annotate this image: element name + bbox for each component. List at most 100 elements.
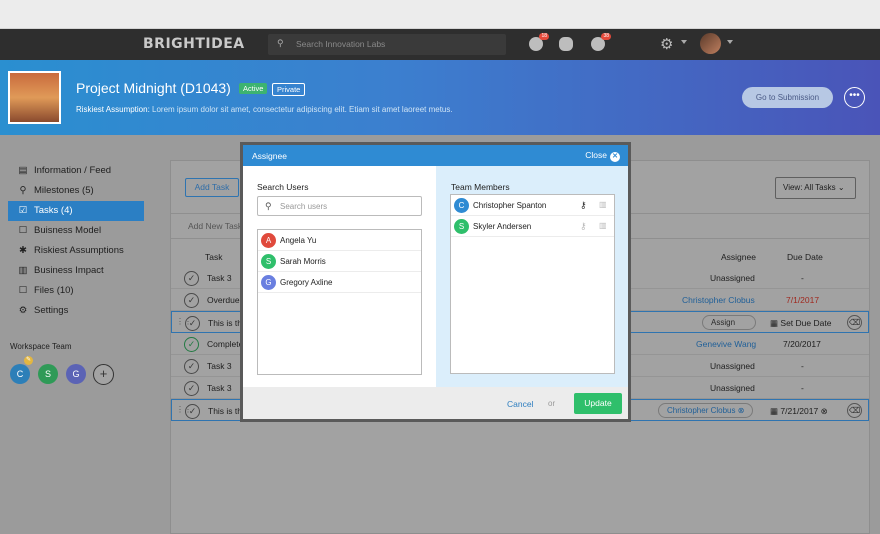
sidebar: ▤ Information / Feed ⚲ Milestones (5) ☑ Tas… xyxy=(0,135,160,534)
sidebar-item-milestones[interactable]: ⚲ Milestones (5) xyxy=(8,181,144,201)
assumption-label: Riskiest Assumption: xyxy=(76,105,150,114)
chevron-down-icon[interactable] xyxy=(681,40,687,44)
sidebar-item-tasks[interactable]: ☑ Tasks (4) xyxy=(8,201,144,221)
modal-footer: Cancel or Update xyxy=(243,387,628,419)
trash-icon[interactable]: ⌫ xyxy=(847,315,862,330)
notifications-icon[interactable]: 38 xyxy=(591,33,611,51)
task-due-date: - xyxy=(801,273,804,283)
sidebar-item-label: Tasks (4) xyxy=(34,205,73,216)
file-icon: ☐ xyxy=(18,285,28,296)
search-icon: ⚲ xyxy=(277,38,284,48)
task-name: Task 3 xyxy=(207,273,232,283)
check-icon[interactable]: ✓ xyxy=(185,316,200,331)
sidebar-item-business-model[interactable]: ☐ Buisness Model xyxy=(8,221,144,241)
task-due-date: - xyxy=(801,361,804,371)
sidebar-item-label: Milestones (5) xyxy=(34,185,94,196)
member-list: C Christopher Spanton ⚷ ▥ S Skyler Ander… xyxy=(450,194,615,374)
avatar[interactable]: G xyxy=(66,364,86,384)
close-icon[interactable]: ⊗ xyxy=(738,406,745,415)
check-icon[interactable]: ✓ xyxy=(184,359,199,374)
gear-icon[interactable]: ⚙ xyxy=(660,35,673,53)
assign-button[interactable]: Assign xyxy=(702,315,756,330)
task-due-date: 7/20/2017 xyxy=(783,339,821,349)
set-due-date-button[interactable]: ▦ Set Due Date xyxy=(770,318,831,329)
team-members-label: Team Members xyxy=(451,182,510,192)
close-button[interactable]: Close ✕ xyxy=(585,150,620,162)
sidebar-item-label: Information / Feed xyxy=(34,165,112,176)
search-users-input[interactable]: ⚲ Search users xyxy=(257,196,422,216)
add-new-task-input[interactable]: Add New Task xyxy=(188,221,242,231)
brand-logo[interactable]: BRIGHTIDEA xyxy=(143,36,245,52)
check-icon[interactable]: ✓ xyxy=(185,404,200,419)
sidebar-item-information[interactable]: ▤ Information / Feed xyxy=(8,161,144,181)
chat-icon[interactable] xyxy=(559,37,573,51)
sidebar-item-files[interactable]: ☐ Files (10) xyxy=(8,281,144,301)
update-button[interactable]: Update xyxy=(574,393,622,414)
cancel-button[interactable]: Cancel xyxy=(507,399,533,409)
search-users-label: Search Users xyxy=(257,182,309,192)
sidebar-item-business-impact[interactable]: ▥ Business Impact xyxy=(8,261,144,281)
search-icon: ⚲ xyxy=(265,201,272,211)
user-list: A Angela Yu S Sarah Morris G Gregory Axl… xyxy=(257,229,422,375)
calendar-icon: ▦ xyxy=(770,406,779,416)
global-search[interactable]: ⚲ Search Innovation Labs xyxy=(268,34,506,55)
key-icon[interactable]: ⚷ xyxy=(580,200,587,211)
check-icon[interactable]: ✓ xyxy=(184,337,199,352)
close-icon[interactable]: ⊗ xyxy=(821,406,828,416)
go-to-submission-button[interactable]: Go to Submission xyxy=(742,87,833,108)
task-assignee[interactable]: Genevive Wang xyxy=(696,339,756,349)
square-icon: ☐ xyxy=(18,225,28,236)
assignee-chip-label: Christopher Clobus xyxy=(667,406,736,415)
activity-icon[interactable]: 18 xyxy=(529,33,549,51)
task-assignee: Unassigned xyxy=(710,361,755,371)
key-icon[interactable]: ⚷ xyxy=(580,221,587,232)
avatar: S xyxy=(454,219,469,234)
more-options-button[interactable]: ••• xyxy=(844,87,865,108)
avatar: C xyxy=(454,198,469,213)
avatar: G xyxy=(261,275,276,290)
browser-chrome xyxy=(0,0,880,29)
view-select-value: View: All Tasks xyxy=(783,183,836,192)
sidebar-item-label: Business Impact xyxy=(34,265,104,276)
add-task-button[interactable]: Add Task xyxy=(185,178,239,197)
list-item[interactable]: C Christopher Spanton ⚷ ▥ xyxy=(451,195,614,216)
chevron-down-icon[interactable] xyxy=(727,40,733,44)
trash-icon[interactable]: ⌫ xyxy=(847,403,862,418)
status-badge: Active xyxy=(239,83,268,94)
task-assignee[interactable]: Christopher Clobus xyxy=(682,295,755,305)
riskiest-assumption: Riskiest Assumption: Lorem ipsum dolor s… xyxy=(76,105,453,114)
user-avatar[interactable] xyxy=(700,33,721,54)
view-select[interactable]: View: All Tasks ⌄ xyxy=(775,177,856,199)
top-nav: BRIGHTIDEA ⚲ Search Innovation Labs 18 3… xyxy=(0,29,880,60)
gear-icon: ⚙ xyxy=(18,305,28,316)
activity-badge: 18 xyxy=(539,33,549,40)
sidebar-item-label: Buisness Model xyxy=(34,225,102,236)
list-item[interactable]: G Gregory Axline xyxy=(258,272,421,293)
close-label: Close xyxy=(585,150,607,160)
sidebar-item-riskiest-assumptions[interactable]: ✱ Riskiest Assumptions xyxy=(8,241,144,261)
trash-icon[interactable]: ▥ xyxy=(599,200,607,209)
list-item[interactable]: S Sarah Morris xyxy=(258,251,421,272)
due-date-chip[interactable]: ▦ 7/21/2017 ⊗ xyxy=(770,406,828,417)
column-header-assignee: Assignee xyxy=(721,252,756,262)
checkbox-icon: ☑ xyxy=(18,205,28,216)
map-pin-icon: ⚲ xyxy=(19,185,27,196)
sidebar-item-settings[interactable]: ⚙ Settings xyxy=(8,301,144,321)
search-users-panel: Search Users ⚲ Search users A Angela Yu … xyxy=(243,166,436,387)
check-icon[interactable]: ✓ xyxy=(184,271,199,286)
list-item[interactable]: S Skyler Andersen ⚷ ▥ xyxy=(451,216,614,237)
column-header-task: Task xyxy=(205,252,223,262)
list-item[interactable]: A Angela Yu xyxy=(258,230,421,251)
avatar[interactable]: C xyxy=(10,364,30,384)
asterisk-icon: ✱ xyxy=(19,245,27,256)
close-icon: ✕ xyxy=(610,152,620,162)
avatar[interactable]: S xyxy=(38,364,58,384)
task-due-date: - xyxy=(801,383,804,393)
add-member-button[interactable]: + xyxy=(93,364,114,385)
check-icon[interactable]: ✓ xyxy=(184,381,199,396)
trash-icon[interactable]: ▥ xyxy=(599,221,607,230)
pencil-icon: ✎ xyxy=(24,356,33,365)
assignee-chip[interactable]: Christopher Clobus ⊗ xyxy=(658,403,754,418)
team-members-panel: Team Members C Christopher Spanton ⚷ ▥ S… xyxy=(436,166,628,387)
check-icon[interactable]: ✓ xyxy=(184,293,199,308)
